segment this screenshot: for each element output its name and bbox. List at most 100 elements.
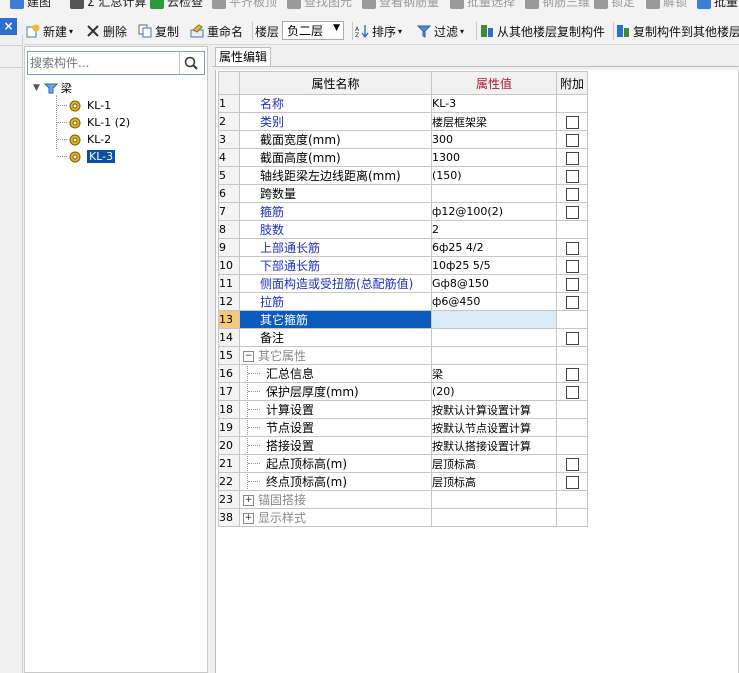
extra-checkbox[interactable] xyxy=(565,187,579,201)
property-value-cell[interactable]: KL-3 xyxy=(431,94,557,113)
property-value-cell[interactable] xyxy=(431,310,557,329)
table-row[interactable]: 15− 其它属性 xyxy=(218,346,588,365)
collapse-arrow-icon[interactable]: ▼ xyxy=(33,83,40,93)
table-row[interactable]: 9 上部通长筋 6ф25 4/2 xyxy=(218,238,588,257)
property-name-cell[interactable]: 类别 xyxy=(239,112,432,131)
property-name-cell[interactable]: 搭接设置 xyxy=(239,436,432,455)
property-value-cell[interactable]: (20) xyxy=(431,382,557,401)
property-name-cell[interactable]: 跨数量 xyxy=(239,184,432,203)
table-row[interactable]: 4 截面高度(mm) 1300 xyxy=(218,148,588,167)
delete-button[interactable]: 删除 xyxy=(86,18,127,44)
toolbar1-item-8[interactable]: 锁定 xyxy=(594,0,635,11)
tree-item[interactable]: KL-1 xyxy=(69,97,111,114)
extra-checkbox[interactable] xyxy=(565,367,579,381)
property-name-cell[interactable]: 拉筋 xyxy=(239,292,432,311)
property-name-cell[interactable]: 肢数 xyxy=(239,220,432,239)
extra-checkbox[interactable] xyxy=(565,457,579,471)
property-value-cell[interactable]: 300 xyxy=(431,130,557,149)
tab-property-edit[interactable]: 属性编辑 xyxy=(215,47,271,67)
extra-checkbox[interactable] xyxy=(565,169,579,183)
table-row[interactable]: 6 跨数量 xyxy=(218,184,588,203)
table-row[interactable]: 23 + 锚固搭接 xyxy=(218,490,588,509)
property-value-cell[interactable] xyxy=(431,490,557,509)
tree-item[interactable]: KL-1 (2) xyxy=(69,114,130,131)
floor-select[interactable]: 负二层 ▼ xyxy=(282,21,344,40)
property-value-cell[interactable]: 层顶标高 xyxy=(431,472,557,491)
extra-checkbox[interactable] xyxy=(565,241,579,255)
property-value-cell[interactable] xyxy=(431,328,557,347)
property-value-cell[interactable]: 按默认搭接设置计算 xyxy=(431,436,557,455)
search-button[interactable] xyxy=(179,52,204,74)
table-row[interactable]: 14 备注 xyxy=(218,328,588,347)
table-row[interactable]: 11 侧面构造或受扭筋(总配筋值) Gф8@150 xyxy=(218,274,588,293)
table-row[interactable]: 19 节点设置 按默认节点设置计算 xyxy=(218,418,588,437)
table-row[interactable]: 8 肢数 2 xyxy=(218,220,588,239)
extra-checkbox[interactable] xyxy=(565,277,579,291)
table-row[interactable]: 5 轴线距梁左边线距离(mm) (150) xyxy=(218,166,588,185)
extra-checkbox[interactable] xyxy=(565,151,579,165)
toolbar1-item-3[interactable]: 平齐板顶 xyxy=(212,0,277,11)
table-row[interactable]: 1 名称 KL-3 xyxy=(218,94,588,113)
property-value-cell[interactable]: 梁 xyxy=(431,364,557,383)
toolbar1-item-10[interactable]: 批量 xyxy=(697,0,738,11)
toolbar1-item-2[interactable]: 云检查 xyxy=(150,0,203,11)
toolbar1-item-0[interactable]: 建图 xyxy=(10,0,51,11)
property-name-cell[interactable]: 保护层厚度(mm) xyxy=(239,382,432,401)
property-name-cell[interactable]: 汇总信息 xyxy=(239,364,432,383)
extra-checkbox[interactable] xyxy=(565,475,579,489)
property-name-cell[interactable]: 下部通长筋 xyxy=(239,256,432,275)
expand-icon[interactable]: + xyxy=(243,513,254,524)
toolbar1-item-4[interactable]: 查找图元 xyxy=(287,0,352,11)
tree-item[interactable]: KL-3 xyxy=(69,148,116,165)
property-value-cell[interactable]: 10ф25 5/5 xyxy=(431,256,557,275)
property-name-cell[interactable]: 终点顶标高(m) xyxy=(239,472,432,491)
search-input[interactable] xyxy=(30,54,178,72)
property-name-cell[interactable]: 其它箍筋 xyxy=(239,310,432,329)
toolbar1-item-5[interactable]: 查看钢筋量 xyxy=(362,0,439,11)
extra-checkbox[interactable] xyxy=(565,115,579,129)
copy-button[interactable]: 复制 xyxy=(138,18,179,44)
copy-to-floor-button[interactable]: 复制构件到其他楼层 xyxy=(616,18,739,44)
sort-button[interactable]: AZ 排序 ▾ xyxy=(355,18,402,44)
property-name-cell[interactable]: 侧面构造或受扭筋(总配筋值) xyxy=(239,274,432,293)
filter-button[interactable]: 过滤 ▾ xyxy=(416,18,464,44)
table-row[interactable]: 10 下部通长筋 10ф25 5/5 xyxy=(218,256,588,275)
tree-root-beam[interactable]: ▼ 梁 xyxy=(33,79,72,96)
property-value-cell[interactable]: 2 xyxy=(431,220,557,239)
property-value-cell[interactable]: Gф8@150 xyxy=(431,274,557,293)
property-name-cell[interactable]: 名称 xyxy=(239,94,432,113)
toolbar1-item-9[interactable]: 解锁 xyxy=(646,0,687,11)
copy-from-floor-button[interactable]: 从其他楼层复制构件 xyxy=(480,18,605,44)
property-value-cell[interactable]: 6ф25 4/2 xyxy=(431,238,557,257)
extra-checkbox[interactable] xyxy=(565,295,579,309)
property-name-cell[interactable]: 节点设置 xyxy=(239,418,432,437)
collapse-icon[interactable]: − xyxy=(243,351,254,362)
table-row[interactable]: 18 计算设置 按默认计算设置计算 xyxy=(218,400,588,419)
toolbar1-item-1[interactable]: Σ 汇总计算 xyxy=(70,0,146,11)
table-row[interactable]: 20 搭接设置 按默认搭接设置计算 xyxy=(218,436,588,455)
toolbar1-item-6[interactable]: 批量选择 xyxy=(450,0,515,11)
table-row[interactable]: 7 箍筋 ф12@100(2) xyxy=(218,202,588,221)
rename-button[interactable]: 重命名 xyxy=(190,18,243,44)
table-row[interactable]: 12 拉筋 ф6@450 xyxy=(218,292,588,311)
property-name-cell[interactable]: 截面宽度(mm) xyxy=(239,130,432,149)
table-row[interactable]: 17 保护层厚度(mm) (20) xyxy=(218,382,588,401)
property-name-cell[interactable]: 起点顶标高(m) xyxy=(239,454,432,473)
property-name-cell[interactable]: 截面高度(mm) xyxy=(239,148,432,167)
property-name-cell[interactable]: 上部通长筋 xyxy=(239,238,432,257)
property-value-cell[interactable]: 1300 xyxy=(431,148,557,167)
table-row[interactable]: 16 汇总信息 梁 xyxy=(218,364,588,383)
toolbar1-item-7[interactable]: 钢筋三维 xyxy=(525,0,590,11)
property-value-cell[interactable] xyxy=(431,346,557,365)
table-row[interactable]: 3 截面宽度(mm) 300 xyxy=(218,130,588,149)
property-name-cell[interactable]: + 显示样式 xyxy=(239,508,432,527)
extra-checkbox[interactable] xyxy=(565,331,579,345)
property-name-cell[interactable]: 箍筋 xyxy=(239,202,432,221)
property-name-cell[interactable]: 轴线距梁左边线距离(mm) xyxy=(239,166,432,185)
table-row[interactable]: 13 其它箍筋 xyxy=(218,310,588,329)
property-value-cell[interactable]: 按默认节点设置计算 xyxy=(431,418,557,437)
property-name-cell[interactable]: + 锚固搭接 xyxy=(239,490,432,509)
extra-checkbox[interactable] xyxy=(565,385,579,399)
table-row[interactable]: 21 起点顶标高(m) 层顶标高 xyxy=(218,454,588,473)
property-value-cell[interactable]: 按默认计算设置计算 xyxy=(431,400,557,419)
